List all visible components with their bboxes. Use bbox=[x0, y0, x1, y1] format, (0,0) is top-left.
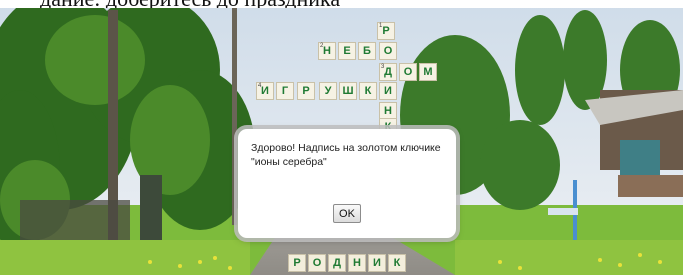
crossword-cell[interactable]: Р bbox=[297, 82, 315, 100]
crossword-cell[interactable]: М bbox=[419, 63, 437, 81]
cell-letter: К bbox=[364, 85, 372, 97]
crossword-cell[interactable]: У bbox=[319, 82, 337, 100]
cell-letter: У bbox=[324, 85, 332, 97]
crossword-cell[interactable]: 2Н bbox=[318, 42, 336, 60]
crossword-cell[interactable]: 3Д bbox=[379, 63, 397, 81]
crossword-cell[interactable]: 4И bbox=[256, 82, 274, 100]
answer-letter-cell: К bbox=[388, 254, 406, 272]
answer-letter-cell: И bbox=[368, 254, 386, 272]
crossword-cell[interactable]: Г bbox=[276, 82, 294, 100]
crossword-cell[interactable]: К bbox=[359, 82, 377, 100]
crossword-cell[interactable]: И bbox=[379, 82, 397, 100]
cell-letter: И bbox=[384, 85, 392, 97]
cell-letter: Р bbox=[302, 85, 310, 97]
ok-button[interactable]: OK bbox=[333, 204, 361, 223]
crossword-cell[interactable]: О bbox=[399, 63, 417, 81]
crossword-cell[interactable]: О bbox=[379, 42, 397, 60]
answer-letter-cell: Д bbox=[328, 254, 346, 272]
cell-letter: Ш bbox=[342, 85, 354, 97]
crossword-cell[interactable]: Е bbox=[338, 42, 356, 60]
answer-letter-cell: О bbox=[308, 254, 326, 272]
dialog-message: Здорово! Надпись на золотом ключике "ион… bbox=[251, 142, 441, 168]
cell-letter: Н bbox=[323, 45, 331, 57]
message-dialog: Здорово! Надпись на золотом ключике "ион… bbox=[238, 129, 456, 238]
cell-letter: Д bbox=[384, 66, 392, 78]
cell-letter: И bbox=[261, 85, 269, 97]
cell-letter: Б bbox=[363, 45, 371, 57]
crossword-cell[interactable]: 1Р bbox=[377, 22, 395, 40]
crossword-cell[interactable]: Ш bbox=[339, 82, 357, 100]
page-title-strip: дание: доберитесь до праздника bbox=[0, 0, 683, 8]
cell-letter: О bbox=[383, 45, 393, 57]
cell-letter: М bbox=[423, 66, 433, 78]
answer-letter-cell: Р bbox=[288, 254, 306, 272]
cell-letter: Н bbox=[384, 105, 392, 117]
page-title: дание: доберитесь до праздника bbox=[40, 0, 340, 8]
cell-letter: О bbox=[403, 66, 413, 78]
cell-letter: Г bbox=[281, 85, 289, 97]
cell-letter: Е bbox=[343, 45, 351, 57]
cell-letter: Р bbox=[382, 25, 390, 37]
answer-letter-cell: Н bbox=[348, 254, 366, 272]
crossword-cell[interactable]: Б bbox=[358, 42, 376, 60]
